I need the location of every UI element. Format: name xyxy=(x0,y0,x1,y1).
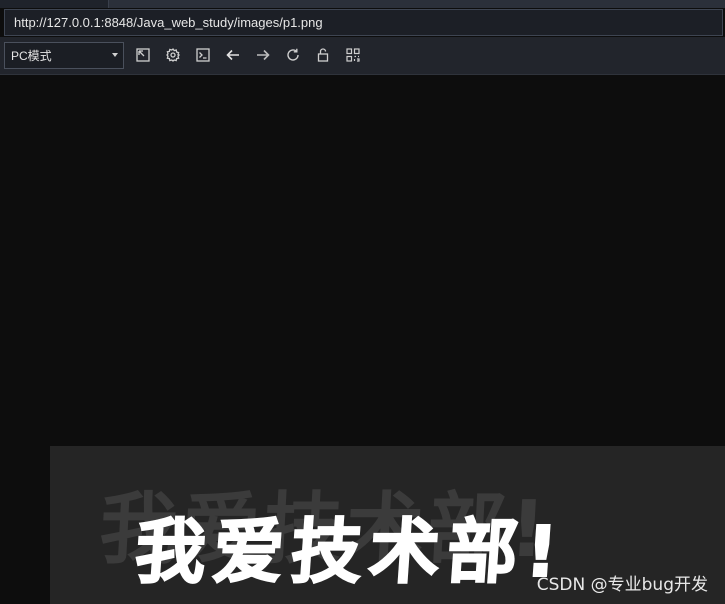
arrow-left-icon xyxy=(226,49,239,61)
console-button[interactable] xyxy=(194,46,212,64)
settings-button[interactable] xyxy=(164,46,182,64)
url-text: http://127.0.0.1:8848/Java_web_study/ima… xyxy=(14,15,323,30)
refresh-icon xyxy=(287,48,299,61)
qr-code-icon xyxy=(346,48,360,62)
lock-button[interactable] xyxy=(314,46,332,64)
gear-icon xyxy=(166,48,180,62)
unlock-icon xyxy=(317,48,329,62)
forward-button[interactable] xyxy=(254,46,272,64)
mode-select[interactable]: PC模式 xyxy=(4,42,124,69)
address-bar[interactable]: http://127.0.0.1:8848/Java_web_study/ima… xyxy=(4,9,723,36)
preview-image: 我爱技术部! 我爱技术部! CSDN @专业bug开发 xyxy=(50,446,725,604)
expand-icon xyxy=(136,48,150,62)
tab[interactable] xyxy=(0,0,109,8)
arrow-right-icon xyxy=(257,49,270,61)
terminal-icon xyxy=(196,48,210,62)
back-button[interactable] xyxy=(224,46,242,64)
mode-select-value: PC模式 xyxy=(11,49,52,63)
open-external-button[interactable] xyxy=(134,46,152,64)
qr-code-button[interactable] xyxy=(344,46,362,64)
toolbar: PC模式 xyxy=(0,37,725,75)
tab-strip xyxy=(0,0,725,8)
refresh-button[interactable] xyxy=(284,46,302,64)
dropdown-arrow-icon xyxy=(112,53,118,57)
banner-text: 我爱技术部! xyxy=(132,510,570,594)
watermark: CSDN @专业bug开发 xyxy=(536,575,708,595)
browser-preview-window: http://127.0.0.1:8848/Java_web_study/ima… xyxy=(0,0,725,604)
